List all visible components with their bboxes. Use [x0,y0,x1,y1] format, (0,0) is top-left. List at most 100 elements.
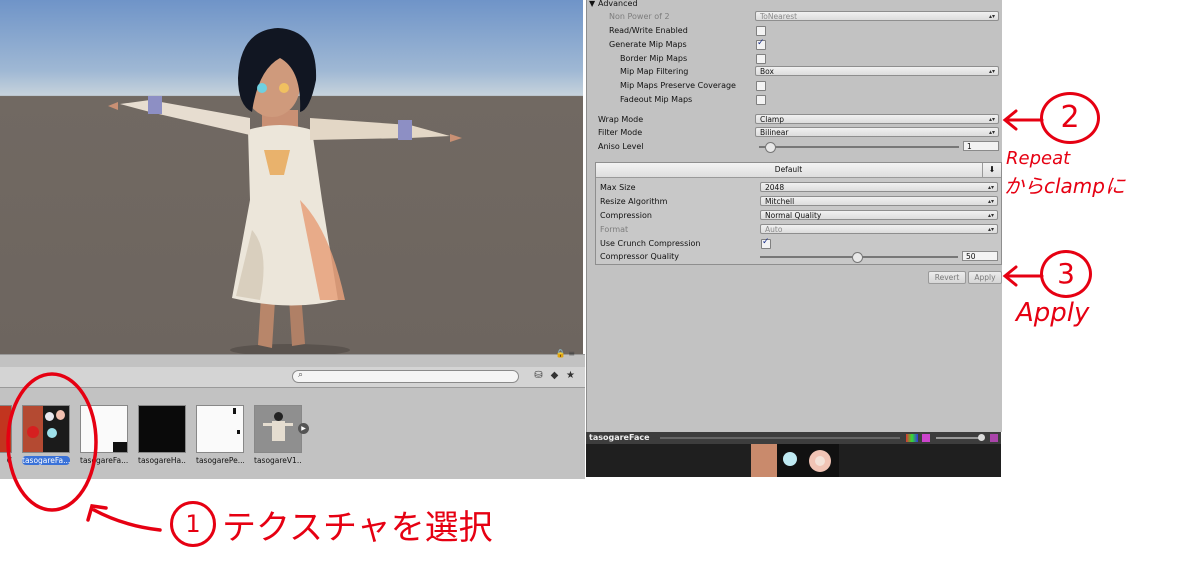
advanced-header: Advanced [598,0,638,8]
revert-button[interactable]: Revert [928,271,966,284]
advanced-foldout[interactable]: ▼ Advanced [587,0,1002,10]
dropdown-arrow-icon: ▴▾ [988,13,995,20]
dropdown-value: 2048 [765,183,785,192]
tab-default[interactable]: Default ⬇ [596,163,1001,178]
quality-slider-knob[interactable] [852,252,863,263]
checker-icon[interactable] [990,434,998,442]
asset-item[interactable]: tasogareHa... [138,405,186,465]
border-mip-maps-checkbox[interactable] [756,54,766,64]
filter-by-type-icon[interactable]: ⛁ [532,369,545,383]
asset-label: tasogareV1... [254,456,302,465]
selection-ellipse [6,372,98,512]
resize-algorithm-dropdown[interactable]: Mitchell ▴▾ [760,196,998,206]
search-input[interactable]: ⌕ [292,370,519,383]
wrap-mode-dropdown[interactable]: Clamp ▴▾ [755,114,999,124]
dropdown-value: ToNearest [760,12,798,21]
step2-note-line1: Repeat [1006,148,1071,169]
field-label: Use Crunch Compression [600,239,701,248]
expand-arrow-icon[interactable]: ▶ [298,423,309,434]
step2-note-line2: からclampに [1004,174,1125,198]
asset-label: tasogarePe... [196,456,244,465]
step2-number: 2 [1060,100,1080,135]
dropdown-value: Normal Quality [765,211,822,220]
dropdown-arrow-icon: ▴▾ [987,184,994,191]
field-label: Compression [600,211,652,220]
field-label: Format [600,225,629,234]
preserve-coverage-checkbox[interactable] [756,81,766,91]
search-icon: ⌕ [298,370,304,380]
dropdown-value: Bilinear [760,128,789,137]
aniso-level-input[interactable]: 1 [963,141,999,151]
mip-slider-knob[interactable] [978,434,985,441]
field-label: Wrap Mode [598,115,644,124]
filter-by-label-icon[interactable]: ◆ [548,369,561,383]
generate-mip-maps-checkbox[interactable] [756,38,766,50]
favorite-star-icon[interactable]: ★ [564,369,577,383]
aniso-slider-knob[interactable] [765,142,776,153]
field-label: Resize Algorithm [600,197,668,206]
read-write-checkbox[interactable] [756,26,766,36]
field-label: Filter Mode [598,128,643,137]
aniso-slider-track[interactable] [759,146,959,148]
format-row: Format Auto ▴▾ [596,223,1001,236]
field-label: Mip Map Filtering [620,67,689,76]
asset-item[interactable]: tasogarePe... [196,405,244,465]
field-label: Mip Maps Preserve Coverage [620,81,736,90]
step1-number: 1 [185,510,201,538]
download-icon[interactable]: ⬇ [982,163,1001,177]
dropdown-value: Box [760,67,774,76]
mip-slider-track[interactable] [936,437,984,439]
dropdown-value: Mitchell [765,197,795,206]
rgb-channel-icon[interactable] [906,434,918,442]
step1-circle: 1 [170,501,216,547]
use-crunch-row: Use Crunch Compression [596,237,1001,250]
scene-view[interactable] [0,0,583,354]
non-power-of-2-dropdown[interactable]: ToNearest ▴▾ [755,11,999,21]
avatar-prefab-thumbnail [254,405,302,453]
field-label: Fadeout Mip Maps [620,95,693,104]
step2-circle: 2 [1040,92,1100,144]
field-label: Read/Write Enabled [609,26,688,35]
dropdown-arrow-icon: ▴▾ [988,116,995,123]
asset-item[interactable]: tasogareV1... [254,405,302,465]
wrap-mode-row: Wrap Mode Clamp ▴▾ [587,113,1002,126]
preview-divider [660,437,900,439]
compression-row: Compression Normal Quality ▴▾ [596,209,1001,222]
dropdown-value: Clamp [760,115,784,124]
asset-label: tasogareHa... [138,456,186,465]
compression-dropdown[interactable]: Normal Quality ▴▾ [760,210,998,220]
max-size-dropdown[interactable]: 2048 ▴▾ [760,182,998,192]
max-size-row: Max Size 2048 ▴▾ [596,181,1001,194]
lock-icon[interactable]: 🔒 ≡ [556,349,575,358]
format-dropdown[interactable]: Auto ▴▾ [760,224,998,234]
face-texture-preview [751,444,839,477]
field-label: Compressor Quality [600,252,680,261]
step3-arrow [1002,265,1044,287]
filter-mode-dropdown[interactable]: Bilinear ▴▾ [755,127,999,137]
dropdown-arrow-icon: ▴▾ [987,212,994,219]
dropdown-arrow-icon: ▴▾ [987,198,994,205]
field-label: Max Size [600,183,636,192]
apply-button[interactable]: Apply [968,271,1002,284]
filter-mode-row: Filter Mode Bilinear ▴▾ [587,126,1002,139]
fadeout-mip-maps-row: Fadeout Mip Maps [587,93,1002,106]
preview-title: tasogareFace [589,433,650,442]
compressor-quality-row: Compressor Quality 50 [596,250,1001,263]
alpha-channel-icon[interactable] [922,434,930,442]
step3-circle: 3 [1040,250,1092,298]
asset-thumbnail [196,405,244,453]
fadeout-mip-maps-checkbox[interactable] [756,95,766,105]
use-crunch-checkbox[interactable] [761,237,771,249]
field-label: Generate Mip Maps [609,40,687,49]
step3-number: 3 [1057,257,1075,290]
border-mip-maps-row: Border Mip Maps [587,52,1002,65]
step3-note: Apply [1016,298,1090,328]
texture-import-inspector: ▼ Advanced Non Power of 2 ToNearest ▴▾ Re… [586,0,1002,432]
dropdown-arrow-icon: ▴▾ [987,226,994,233]
field-label: Aniso Level [598,142,644,151]
mip-map-filtering-dropdown[interactable]: Box ▴▾ [755,66,999,76]
compressor-quality-input[interactable]: 50 [962,251,998,261]
step1-arrow [86,504,162,532]
chevron-down-icon: ▼ [589,0,596,8]
field-label: Border Mip Maps [620,54,688,63]
